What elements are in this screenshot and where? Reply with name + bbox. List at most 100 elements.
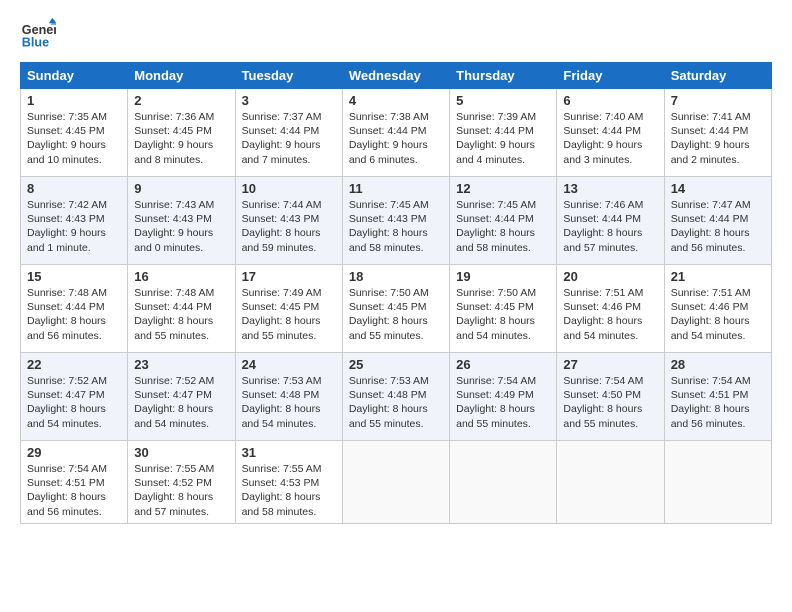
day-info-line: Daylight: 8 hours: [349, 226, 443, 240]
day-info-line: Sunrise: 7:48 AM: [134, 286, 228, 300]
day-number: 29: [27, 445, 121, 460]
day-number: 17: [242, 269, 336, 284]
day-number: 25: [349, 357, 443, 372]
day-number: 12: [456, 181, 550, 196]
day-info-line: and 55 minutes.: [349, 417, 443, 431]
day-info-line: and 8 minutes.: [134, 153, 228, 167]
day-info-line: Sunset: 4:46 PM: [563, 300, 657, 314]
day-info-line: Daylight: 9 hours: [242, 138, 336, 152]
day-info-line: Sunset: 4:43 PM: [242, 212, 336, 226]
day-number: 5: [456, 93, 550, 108]
day-info-line: Sunset: 4:44 PM: [563, 212, 657, 226]
day-info-line: Sunset: 4:48 PM: [349, 388, 443, 402]
day-info-line: Sunset: 4:48 PM: [242, 388, 336, 402]
day-info-line: and 56 minutes.: [671, 417, 765, 431]
header-saturday: Saturday: [664, 63, 771, 89]
svg-text:Blue: Blue: [22, 36, 49, 50]
day-info-line: Sunset: 4:44 PM: [27, 300, 121, 314]
day-info-line: Daylight: 8 hours: [134, 314, 228, 328]
day-number: 16: [134, 269, 228, 284]
day-info-line: Sunrise: 7:55 AM: [134, 462, 228, 476]
day-info-line: and 54 minutes.: [27, 417, 121, 431]
day-info-line: Daylight: 8 hours: [134, 402, 228, 416]
day-info-line: and 56 minutes.: [27, 505, 121, 519]
day-info-line: Sunrise: 7:52 AM: [134, 374, 228, 388]
calendar-cell: 28Sunrise: 7:54 AMSunset: 4:51 PMDayligh…: [664, 353, 771, 441]
day-info-line: Sunrise: 7:52 AM: [27, 374, 121, 388]
day-info-line: Daylight: 8 hours: [456, 226, 550, 240]
day-info-line: Daylight: 8 hours: [242, 226, 336, 240]
calendar-cell: 6Sunrise: 7:40 AMSunset: 4:44 PMDaylight…: [557, 89, 664, 177]
header: General Blue: [20, 16, 772, 52]
day-info-line: and 55 minutes.: [134, 329, 228, 343]
day-info-line: and 0 minutes.: [134, 241, 228, 255]
calendar-cell: 10Sunrise: 7:44 AMSunset: 4:43 PMDayligh…: [235, 177, 342, 265]
day-info-line: Sunset: 4:45 PM: [27, 124, 121, 138]
day-info-line: Sunset: 4:44 PM: [456, 124, 550, 138]
day-number: 31: [242, 445, 336, 460]
logo: General Blue: [20, 16, 60, 52]
calendar-cell: 17Sunrise: 7:49 AMSunset: 4:45 PMDayligh…: [235, 265, 342, 353]
day-info-line: Daylight: 8 hours: [242, 490, 336, 504]
calendar-cell: 2Sunrise: 7:36 AMSunset: 4:45 PMDaylight…: [128, 89, 235, 177]
day-info-line: Daylight: 9 hours: [563, 138, 657, 152]
day-info-line: Daylight: 8 hours: [27, 402, 121, 416]
day-info-line: Sunrise: 7:46 AM: [563, 198, 657, 212]
calendar-cell: 26Sunrise: 7:54 AMSunset: 4:49 PMDayligh…: [450, 353, 557, 441]
day-info-line: Sunset: 4:47 PM: [27, 388, 121, 402]
calendar-cell: [450, 441, 557, 524]
day-number: 30: [134, 445, 228, 460]
day-info-line: Sunset: 4:45 PM: [242, 300, 336, 314]
header-wednesday: Wednesday: [342, 63, 449, 89]
day-info-line: and 54 minutes.: [242, 417, 336, 431]
header-tuesday: Tuesday: [235, 63, 342, 89]
calendar-cell: 13 Sunrise: 7:46 AMSunset: 4:44 PMDayligh…: [557, 177, 664, 265]
day-info-line: Sunset: 4:45 PM: [134, 124, 228, 138]
day-info-line: Sunset: 4:51 PM: [27, 476, 121, 490]
day-info-line: Daylight: 9 hours: [134, 138, 228, 152]
calendar-cell: [557, 441, 664, 524]
calendar-cell: 4Sunrise: 7:38 AMSunset: 4:44 PMDaylight…: [342, 89, 449, 177]
day-number: 14: [671, 181, 765, 196]
day-info-line: Daylight: 8 hours: [563, 226, 657, 240]
day-info-line: and 7 minutes.: [242, 153, 336, 167]
day-info-line: and 54 minutes.: [671, 329, 765, 343]
day-info-line: Sunset: 4:46 PM: [671, 300, 765, 314]
day-info-line: Sunrise: 7:50 AM: [349, 286, 443, 300]
calendar-cell: [342, 441, 449, 524]
day-info-line: Daylight: 8 hours: [671, 226, 765, 240]
day-number: 11: [349, 181, 443, 196]
day-number: 10: [242, 181, 336, 196]
day-number: 26: [456, 357, 550, 372]
day-info-line: and 59 minutes.: [242, 241, 336, 255]
day-info-line: Daylight: 8 hours: [349, 314, 443, 328]
day-number: 23: [134, 357, 228, 372]
day-info-line: Sunset: 4:45 PM: [349, 300, 443, 314]
day-info-line: Sunrise: 7:35 AM: [27, 110, 121, 124]
day-info-line: Sunrise: 7:54 AM: [563, 374, 657, 388]
header-sunday: Sunday: [21, 63, 128, 89]
day-info-line: Daylight: 9 hours: [27, 138, 121, 152]
day-info-line: and 55 minutes.: [456, 417, 550, 431]
day-info-line: and 58 minutes.: [349, 241, 443, 255]
day-info-line: Daylight: 9 hours: [671, 138, 765, 152]
day-info-line: and 55 minutes.: [563, 417, 657, 431]
day-info-line: Sunrise: 7:49 AM: [242, 286, 336, 300]
calendar-cell: 23Sunrise: 7:52 AMSunset: 4:47 PMDayligh…: [128, 353, 235, 441]
header-thursday: Thursday: [450, 63, 557, 89]
day-info-line: Sunset: 4:44 PM: [134, 300, 228, 314]
calendar-cell: 30Sunrise: 7:55 AMSunset: 4:52 PMDayligh…: [128, 441, 235, 524]
day-number: 27: [563, 357, 657, 372]
day-info-line: Sunrise: 7:48 AM: [27, 286, 121, 300]
day-number: 13: [563, 181, 657, 196]
day-info-line: Sunset: 4:44 PM: [563, 124, 657, 138]
day-number: 18: [349, 269, 443, 284]
calendar-cell: 27Sunrise: 7:54 AMSunset: 4:50 PMDayligh…: [557, 353, 664, 441]
day-info-line: and 54 minutes.: [134, 417, 228, 431]
day-info-line: and 56 minutes.: [27, 329, 121, 343]
day-info-line: Sunset: 4:51 PM: [671, 388, 765, 402]
calendar-cell: 19Sunrise: 7:50 AMSunset: 4:45 PMDayligh…: [450, 265, 557, 353]
calendar-cell: 20Sunrise: 7:51 AMSunset: 4:46 PMDayligh…: [557, 265, 664, 353]
day-info-line: and 1 minute.: [27, 241, 121, 255]
day-number: 3: [242, 93, 336, 108]
